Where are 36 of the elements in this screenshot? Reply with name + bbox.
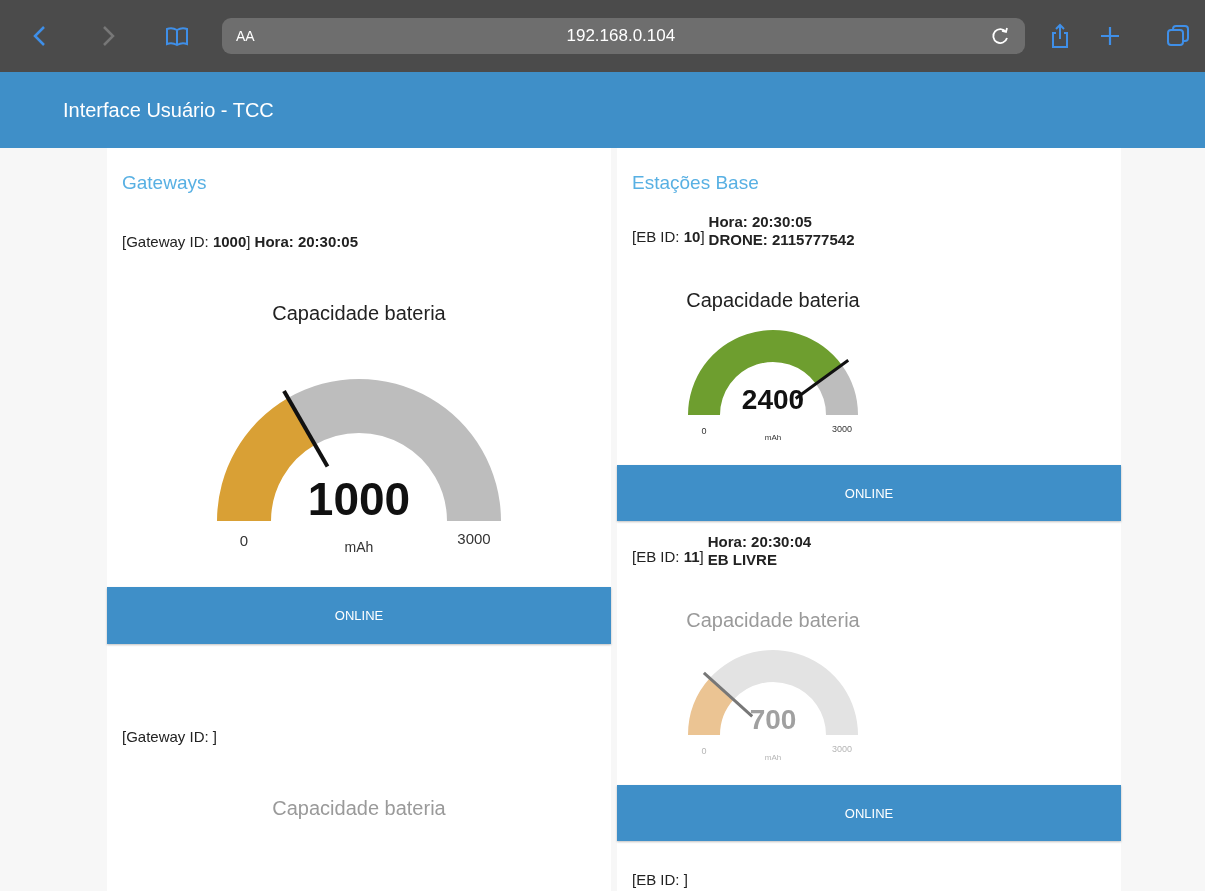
gauge-value: 700 [749,704,797,735]
station-status: Hora: 20:30:05 [708,213,813,231]
gauge-max-label: 3000 [832,424,852,434]
station-status: DRONE: 2115777542 [708,231,855,249]
online-button[interactable]: ONLINE [617,785,1121,841]
page-title: Interface Usuário - TCC [63,98,274,122]
station-id: [EB ID: ] [632,871,688,888]
text-size-button[interactable]: AA [236,28,255,44]
gateway-info: [Gateway ID: ] [122,728,219,745]
gauge-title: Capacidade bateria [272,302,446,325]
address-bar[interactable]: AA 192.168.0.104 [222,18,1025,54]
section-title: Estações Base [632,172,760,194]
gauge-title: Capacidade bateria [272,797,446,820]
station-status: Hora: 20:30:04 [707,533,812,551]
gauge-min-label: 0 [701,426,707,436]
gauge-min-label: 0 [701,746,707,756]
gauge-max-label: 3000 [457,530,491,547]
gauge-title: Capacidade bateria [686,289,860,312]
gateway-info: [Gateway ID: 1000] Hora: 20:30:05 [122,233,359,250]
gauge-min-label: 0 [239,532,249,549]
gauge-value: 2400 [741,384,805,415]
gauge-unit: mAh [344,539,374,555]
gauge-track [815,365,858,415]
station-id: [EB ID: 11] [632,547,704,565]
online-button[interactable]: ONLINE [107,587,611,644]
gauge-unit: mAh [764,753,782,762]
section-title: Gateways [122,172,208,194]
tabs-icon[interactable] [1165,23,1191,49]
station-id: [EB ID: 10] [632,227,705,245]
url-text: 192.168.0.104 [566,26,676,46]
gauge-max-label: 3000 [832,744,852,754]
gauge-value: 1000 [307,473,411,525]
station-status: EB LIVRE [707,551,778,569]
online-button[interactable]: ONLINE [617,465,1121,521]
gauge-title: Capacidade bateria [686,609,860,632]
gauge-unit: mAh [764,433,782,442]
